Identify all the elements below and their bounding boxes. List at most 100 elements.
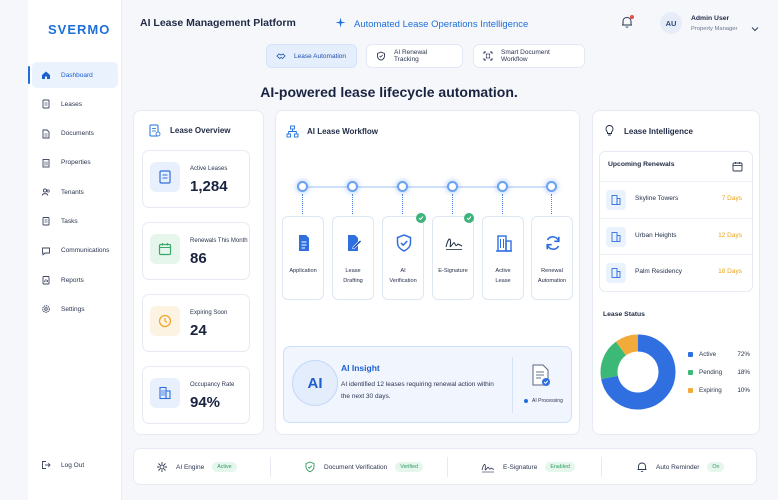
- logout-button[interactable]: Log Out: [41, 460, 84, 470]
- list-item[interactable]: Palm Residency 18 Days: [600, 254, 752, 290]
- tab-label: Smart Document Workflow: [501, 49, 550, 63]
- app-window: SVERMO Dashboard Leases Documents Proper…: [0, 0, 778, 500]
- sidebar-item-settings[interactable]: Settings: [32, 296, 118, 322]
- notification-bell-icon[interactable]: [620, 15, 634, 29]
- building-icon: [606, 190, 626, 210]
- card-title: AI Lease Workflow: [307, 127, 378, 136]
- sidebar-item-documents[interactable]: Documents: [32, 121, 118, 147]
- workflow-dash: [452, 194, 453, 214]
- workflow-dash: [302, 194, 303, 214]
- stat-label: Occupancy Rate: [190, 382, 235, 388]
- sidebar-item-label: Properties: [61, 159, 91, 167]
- tab-label: Lease Automation: [294, 52, 347, 60]
- insight-title: AI Insight: [341, 363, 380, 373]
- logout-label: Log Out: [61, 461, 85, 469]
- legend-swatch: [688, 369, 693, 375]
- document-icon: [150, 162, 180, 192]
- divider: [447, 457, 448, 477]
- status-badge: Verified: [395, 462, 423, 472]
- sidebar-item-communications[interactable]: Communications: [32, 238, 118, 264]
- legend-item: Pending 18%: [688, 363, 750, 381]
- sidebar-item-label: Dashboard: [61, 71, 93, 79]
- tab-lease-automation[interactable]: Lease Automation: [266, 44, 357, 68]
- workflow-step-active-lease[interactable]: Active Lease: [482, 216, 524, 300]
- brand-logo: SVERMO: [48, 22, 111, 37]
- signature-icon: [481, 461, 495, 473]
- workflow-step-lease-drafting[interactable]: Lease Drafting: [332, 216, 374, 300]
- renewals-title: Upcoming Renewals: [608, 161, 675, 168]
- list-item[interactable]: Urban Heights 12 Days: [600, 218, 752, 254]
- sparkle-icon: [335, 17, 346, 31]
- sidebar-nav: Dashboard Leases Documents Properties Te…: [28, 62, 118, 326]
- workflow-node: [497, 181, 508, 192]
- shield-check-icon: [394, 233, 414, 253]
- building-icon: [41, 158, 51, 168]
- check-icon: [416, 213, 426, 223]
- user-role: Property Manager: [691, 26, 738, 32]
- workflow-step-label: Active Lease: [495, 268, 511, 284]
- refresh-icon: [543, 233, 563, 253]
- legend-swatch: [688, 351, 693, 357]
- card-title: Lease Overview: [170, 126, 231, 135]
- sidebar-item-label: Settings: [61, 305, 85, 313]
- property-name: Urban Heights: [635, 232, 677, 239]
- workflow-step-label: Application: [289, 268, 317, 274]
- workflow-step-e-signature[interactable]: E-Signature: [432, 216, 474, 300]
- divider: [270, 457, 271, 477]
- scan-icon: [483, 51, 493, 61]
- ai-insight-panel: AI AI Insight AI identified 12 leases re…: [283, 346, 572, 423]
- workflow-dash: [352, 194, 353, 214]
- building-icon: [606, 227, 626, 247]
- avatar[interactable]: AU: [660, 12, 682, 34]
- workflow-step-label: Lease Drafting: [343, 268, 363, 284]
- user-name: Admin User: [691, 15, 730, 22]
- sidebar-item-label: Documents: [61, 130, 94, 138]
- checklist-icon: [41, 216, 51, 226]
- sidebar-item-properties[interactable]: Properties: [32, 150, 118, 176]
- calendar-icon[interactable]: [732, 159, 743, 177]
- lease-overview-card: Lease Overview Active Leases 1,284 Renew…: [133, 110, 264, 435]
- renewal-days: 12 Days: [718, 232, 742, 239]
- clock-icon: [150, 306, 180, 336]
- workflow-connector: [303, 186, 552, 188]
- donut-slice-pending: [600, 341, 627, 380]
- shield-check-icon: [304, 461, 316, 473]
- sidebar-item-reports[interactable]: Reports: [32, 267, 118, 293]
- ai-badge: AI: [292, 360, 338, 406]
- sidebar-item-tenants[interactable]: Tenants: [32, 179, 118, 205]
- header-tagline: Automated Lease Operations Intelligence: [335, 17, 528, 31]
- stat-active-leases: Active Leases 1,284: [142, 150, 250, 208]
- handshake-icon: [276, 51, 286, 61]
- chat-icon: [41, 246, 51, 256]
- sidebar-item-tasks[interactable]: Tasks: [32, 208, 118, 234]
- property-name: Skyline Towers: [635, 195, 679, 202]
- sidebar-item-label: Tenants: [61, 188, 84, 196]
- list-item[interactable]: Skyline Towers 7 Days: [600, 181, 752, 217]
- users-icon: [41, 187, 51, 197]
- divider: [601, 457, 602, 477]
- chevron-down-icon[interactable]: [751, 19, 759, 37]
- sidebar-item-label: Reports: [61, 276, 84, 284]
- ai-processing-status: AI Processing: [524, 398, 563, 404]
- workflow-step-application[interactable]: Application: [282, 216, 324, 300]
- workflow-step-renewal-automation[interactable]: Renewal Automation: [531, 216, 573, 300]
- workflow-step-label: E-Signature: [438, 268, 468, 274]
- tagline-text: Automated Lease Operations Intelligence: [354, 18, 529, 30]
- stat-occupancy-rate: Occupancy Rate 94%: [142, 366, 250, 424]
- divider: [512, 357, 513, 413]
- document-icon: [294, 233, 314, 253]
- workflow-step-ai-verification[interactable]: AI Verification: [382, 216, 424, 300]
- tab-ai-renewal-tracking[interactable]: AI Renewal Tracking: [366, 44, 463, 68]
- stat-value: 24: [190, 322, 207, 339]
- ai-chip-icon: [156, 461, 168, 473]
- status-badge: Active: [212, 462, 237, 472]
- lease-status-donut: [600, 334, 676, 410]
- tab-smart-document-workflow[interactable]: Smart Document Workflow: [473, 44, 585, 68]
- tab-label: AI Renewal Tracking: [394, 49, 428, 63]
- stat-value: 94%: [190, 394, 221, 411]
- document-icon: [41, 99, 51, 109]
- calendar-icon: [150, 234, 180, 264]
- report-icon: [41, 275, 51, 285]
- workflow-node: [397, 181, 408, 192]
- status-dot: [524, 399, 528, 403]
